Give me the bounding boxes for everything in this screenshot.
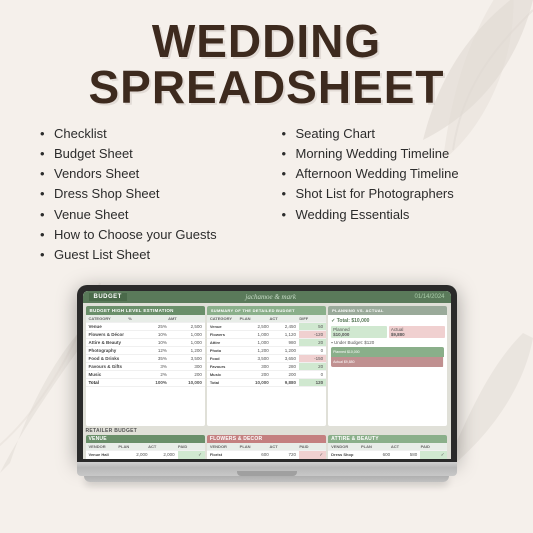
retailer-panels: VENUE VENDORPLANACTPAID Venue Hall2,0002…	[86, 435, 448, 459]
spreadsheet-header: BUDGET jachamoe & mark 01/14/2024	[83, 291, 451, 303]
page-container: WEDDING SPREADSHEET Checklist Budget She…	[0, 0, 533, 533]
retailer-flowers: FLOWERS & DECOR VENDORPLANACTPAID Floris…	[207, 435, 326, 459]
feature-item: Morning Wedding Timeline	[282, 144, 494, 164]
feature-item: Dress Shop Sheet	[40, 184, 252, 204]
retailer-venue-header: VENUE	[86, 435, 205, 443]
budget-label: BUDGET	[89, 293, 127, 301]
feature-item: Venue Sheet	[40, 205, 252, 225]
retailer-attire-header: ATTIRE & BEAUTY	[328, 435, 447, 443]
retailer-label: RETAILER BUDGET	[86, 427, 448, 435]
feature-item: Wedding Essentials	[282, 205, 494, 225]
feature-item: Guest List Sheet	[40, 245, 252, 265]
feature-item: Budget Sheet	[40, 144, 252, 164]
summary-section-header: SUMMARY OF THE DETAILED BUDGET	[207, 306, 326, 315]
feature-item: Shot List for Photographers	[282, 184, 494, 204]
page-title: WEDDING SPREADSHEET	[88, 18, 444, 110]
feature-item: Vendors Sheet	[40, 164, 252, 184]
planning-section: PLANNING VS. ACTUAL ✓ Total: $10,000 Pla…	[328, 306, 447, 426]
spreadsheet-content: BUDGET jachamoe & mark 01/14/2024 BUDGET…	[83, 291, 451, 459]
retailer-flowers-header: FLOWERS & DECOR	[207, 435, 326, 443]
budget-section-header: BUDGET HIGH LEVEL ESTIMATION	[86, 306, 205, 315]
planning-section-header: PLANNING VS. ACTUAL	[328, 306, 447, 315]
feature-item: Checklist	[40, 124, 252, 144]
features-column-left: Checklist Budget Sheet Vendors Sheet Dre…	[40, 124, 252, 265]
couple-name: jachamoe & mark	[245, 293, 296, 301]
feature-item: How to Choose your Guests	[40, 225, 252, 245]
summary-section: SUMMARY OF THE DETAILED BUDGET CATEGORYP…	[207, 306, 326, 426]
spreadsheet-date: 01/14/2024	[414, 294, 444, 300]
spreadsheet-body: BUDGET HIGH LEVEL ESTIMATION CATEGORY%AM…	[83, 303, 451, 429]
retailer-attire: ATTIRE & BEAUTY VENDORPLANACTPAID Dress …	[328, 435, 447, 459]
laptop-mockup: BUDGET jachamoe & mark 01/14/2024 BUDGET…	[77, 285, 457, 482]
retailer-budget-area: RETAILER BUDGET VENUE VENDORPLANACTPAID …	[83, 427, 451, 459]
laptop-screen-outer: BUDGET jachamoe & mark 01/14/2024 BUDGET…	[77, 285, 457, 462]
features-section: Checklist Budget Sheet Vendors Sheet Dre…	[20, 124, 513, 265]
feature-item: Afternoon Wedding Timeline	[282, 164, 494, 184]
planning-content: ✓ Total: $10,000 Planned$10,000 Actual$9…	[328, 315, 447, 370]
laptop-base	[77, 462, 457, 476]
laptop-screen-inner: BUDGET jachamoe & mark 01/14/2024 BUDGET…	[83, 291, 451, 459]
features-column-right: Seating Chart Morning Wedding Timeline A…	[282, 124, 494, 265]
laptop-bottom	[84, 476, 449, 482]
budget-section: BUDGET HIGH LEVEL ESTIMATION CATEGORY%AM…	[86, 306, 205, 426]
feature-item: Seating Chart	[282, 124, 494, 144]
retailer-venue: VENUE VENDORPLANACTPAID Venue Hall2,0002…	[86, 435, 205, 459]
